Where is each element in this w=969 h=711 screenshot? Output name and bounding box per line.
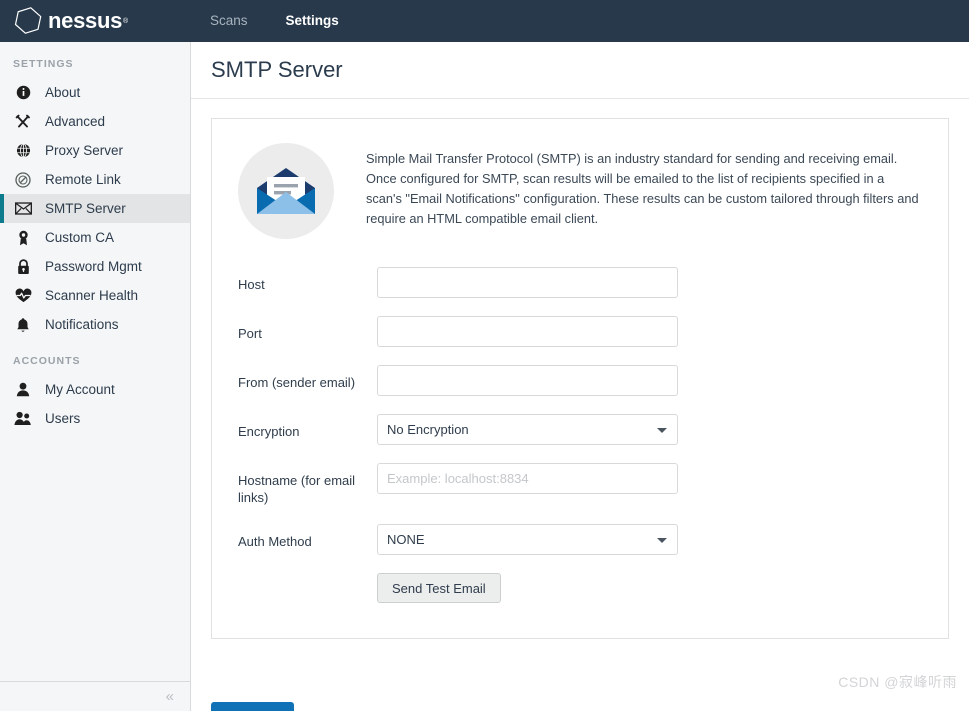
sidebar-item-advanced[interactable]: Advanced bbox=[0, 107, 190, 136]
form-row-auth-method: Auth Method NONE bbox=[238, 524, 948, 555]
form-row-test-email: Send Test Email bbox=[238, 573, 948, 603]
chevron-down-icon bbox=[657, 537, 667, 543]
auth-method-label: Auth Method bbox=[238, 534, 312, 549]
from-label: From (sender email) bbox=[238, 375, 356, 390]
sidebar-section-accounts-title: ACCOUNTS bbox=[13, 355, 81, 367]
sidebar-item-smtp-server[interactable]: SMTP Server bbox=[0, 194, 190, 223]
sidebar-collapse-button[interactable]: « bbox=[0, 681, 190, 711]
nessus-logo[interactable]: nessus ® bbox=[0, 0, 191, 42]
hostname-label: Hostname (for email links) bbox=[238, 473, 356, 505]
lock-icon bbox=[13, 258, 33, 276]
trademark-mark: ® bbox=[123, 17, 129, 25]
sidebar-item-remote-link[interactable]: Remote Link bbox=[0, 165, 190, 194]
hexagon-logo-icon bbox=[14, 7, 42, 34]
users-icon bbox=[13, 410, 33, 428]
sidebar-item-my-account[interactable]: My Account bbox=[0, 375, 190, 404]
chevron-double-left-icon: « bbox=[165, 688, 174, 705]
encryption-label: Encryption bbox=[238, 424, 300, 439]
form-row-hostname: Hostname (for email links) bbox=[238, 463, 948, 506]
sidebar-item-label: Users bbox=[45, 410, 81, 426]
sidebar-item-label: Proxy Server bbox=[45, 142, 124, 158]
page-title: SMTP Server bbox=[211, 57, 343, 82]
sidebar-item-label: Notifications bbox=[45, 316, 119, 332]
user-icon bbox=[13, 381, 33, 399]
sidebar-section-settings-title: SETTINGS bbox=[13, 58, 74, 70]
info-icon bbox=[13, 84, 33, 102]
sidebar-item-custom-ca[interactable]: Custom CA bbox=[0, 223, 190, 252]
port-input[interactable] bbox=[377, 316, 678, 347]
chevron-down-icon bbox=[657, 427, 667, 433]
sidebar-item-scanner-health[interactable]: Scanner Health bbox=[0, 281, 190, 310]
form-row-port: Port bbox=[238, 316, 948, 347]
sidebar: SETTINGS About Advanced Proxy Server Rem… bbox=[0, 42, 191, 711]
test-email-spacer bbox=[238, 573, 377, 582]
sidebar-item-notifications[interactable]: Notifications bbox=[0, 310, 190, 339]
sidebar-item-label: My Account bbox=[45, 381, 115, 397]
envelope-illustration-icon bbox=[238, 143, 334, 239]
send-test-email-button[interactable]: Send Test Email bbox=[377, 573, 501, 603]
save-button[interactable]: Save bbox=[211, 702, 294, 711]
bell-icon bbox=[13, 316, 33, 334]
form-row-host: Host bbox=[238, 267, 948, 298]
auth-method-selected-value: NONE bbox=[387, 532, 425, 547]
top-navigation-bar: nessus ® Scans Settings bbox=[0, 0, 969, 42]
sidebar-item-label: SMTP Server bbox=[45, 200, 126, 216]
nav-item-scans[interactable]: Scans bbox=[191, 0, 267, 42]
smtp-description: Simple Mail Transfer Protocol (SMTP) is … bbox=[366, 151, 919, 226]
heartbeat-icon bbox=[13, 287, 33, 305]
sidebar-item-label: About bbox=[45, 84, 81, 100]
port-label: Port bbox=[238, 326, 262, 341]
host-input[interactable] bbox=[377, 267, 678, 298]
envelope-icon bbox=[13, 200, 33, 218]
card-intro: Simple Mail Transfer Protocol (SMTP) is … bbox=[212, 119, 948, 239]
form-row-encryption: Encryption No Encryption bbox=[238, 414, 948, 445]
hostname-input[interactable] bbox=[377, 463, 678, 494]
main-nav: Scans Settings bbox=[191, 0, 358, 42]
watermark: CSDN @寂峰听雨 bbox=[838, 674, 957, 690]
encryption-selected-value: No Encryption bbox=[387, 422, 469, 437]
smtp-settings-card: Simple Mail Transfer Protocol (SMTP) is … bbox=[211, 118, 949, 639]
sidebar-item-label: Remote Link bbox=[45, 171, 121, 187]
brand-name: nessus bbox=[48, 8, 123, 33]
form-row-from: From (sender email) bbox=[238, 365, 948, 396]
target-icon bbox=[13, 171, 33, 189]
sidebar-item-label: Password Mgmt bbox=[45, 258, 142, 274]
tools-icon bbox=[13, 113, 33, 131]
sidebar-item-password-mgmt[interactable]: Password Mgmt bbox=[0, 252, 190, 281]
sidebar-item-label: Scanner Health bbox=[45, 287, 139, 303]
sidebar-item-users[interactable]: Users bbox=[0, 404, 190, 433]
nav-item-settings[interactable]: Settings bbox=[267, 0, 358, 42]
host-label: Host bbox=[238, 277, 265, 292]
form-actions: Save Cancel bbox=[211, 702, 366, 711]
from-input[interactable] bbox=[377, 365, 678, 396]
sidebar-item-label: Advanced bbox=[45, 113, 106, 129]
auth-method-select[interactable]: NONE bbox=[377, 524, 678, 555]
sidebar-item-label: Custom CA bbox=[45, 229, 115, 245]
encryption-select[interactable]: No Encryption bbox=[377, 414, 678, 445]
sidebar-item-proxy-server[interactable]: Proxy Server bbox=[0, 136, 190, 165]
globe-icon bbox=[13, 142, 33, 160]
certificate-icon bbox=[13, 229, 33, 247]
app-root: nessus ® Scans Settings SETTINGS About A… bbox=[0, 0, 969, 711]
main-content: SMTP Server Simple Mail Transfer Protoco… bbox=[191, 42, 969, 711]
sidebar-item-about[interactable]: About bbox=[0, 78, 190, 107]
smtp-form: Host Port From (sender email) Encryption… bbox=[212, 239, 948, 603]
page-header: SMTP Server bbox=[191, 42, 969, 99]
